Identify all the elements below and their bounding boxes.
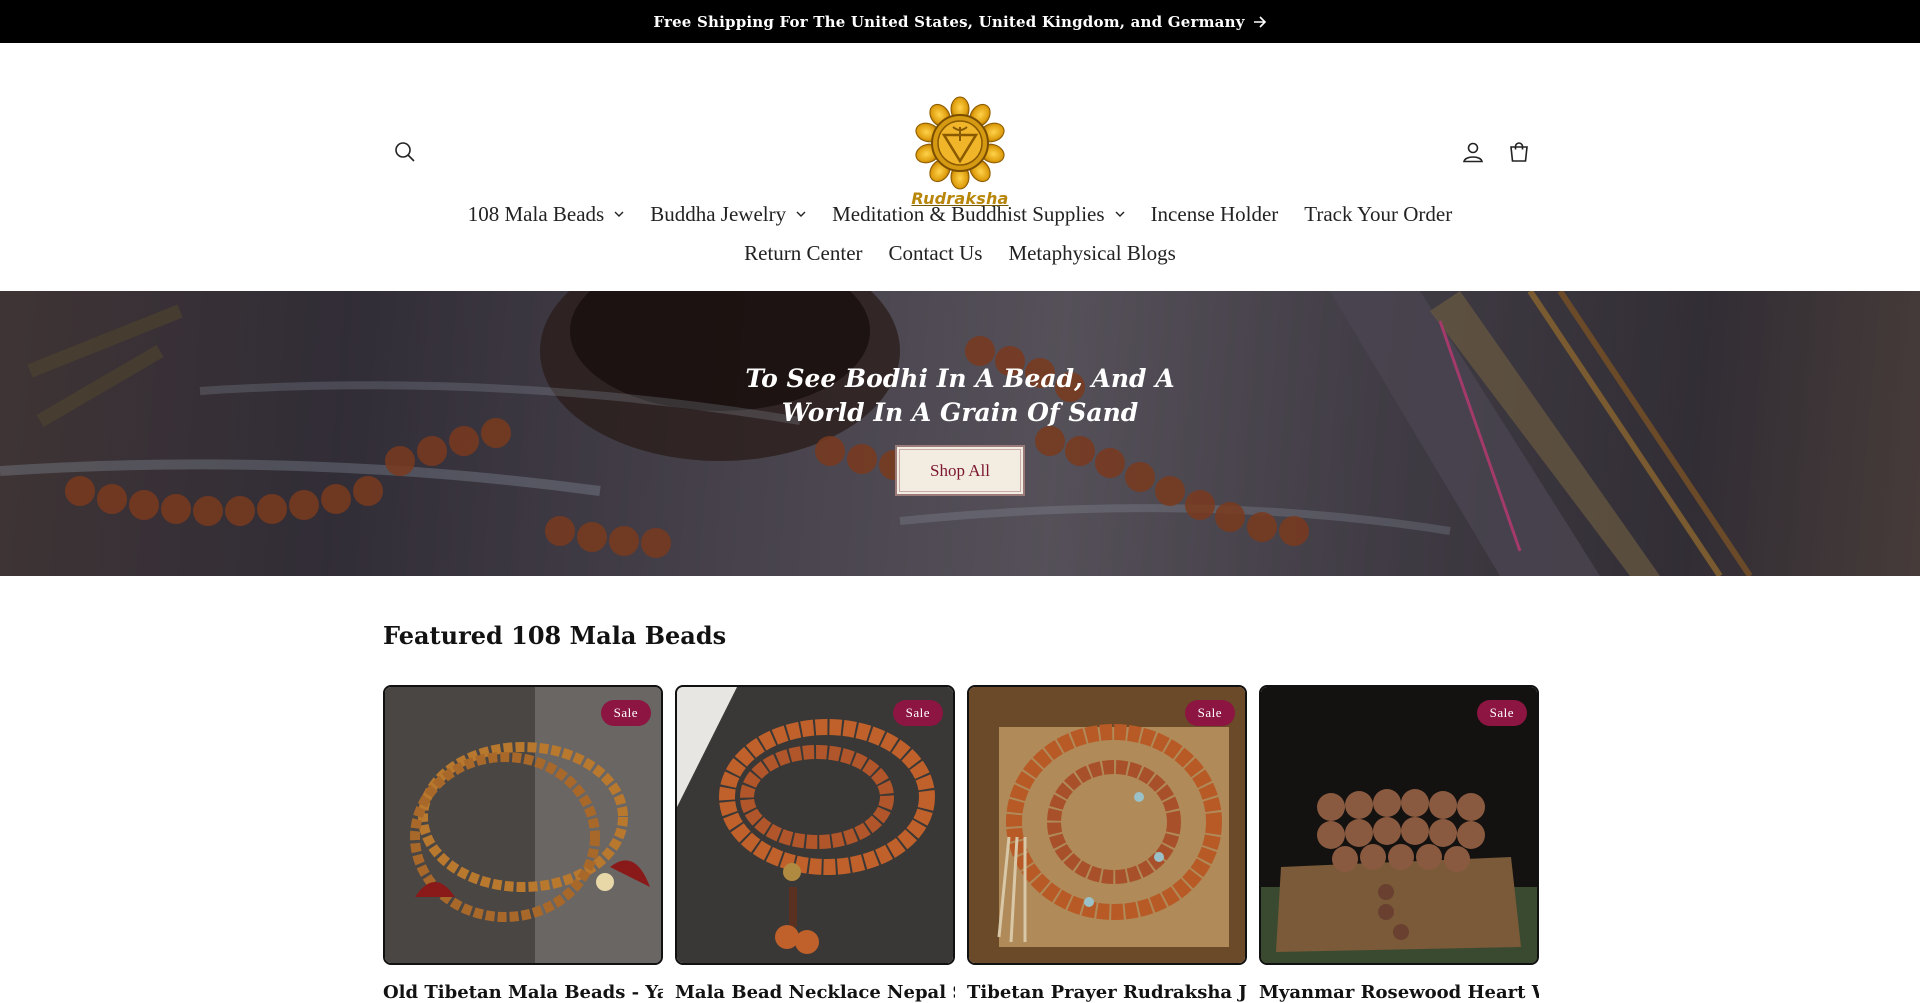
announcement-bar[interactable]: Free Shipping For The United States, Uni… [0, 0, 1920, 43]
product-card[interactable]: Sale Myanmar Rosewood Heart Wood [1259, 685, 1539, 1003]
sale-badge: Sale [600, 700, 651, 726]
nav-item-label: Return Center [744, 240, 863, 265]
nav-item-label: Buddha Jewelry [650, 201, 787, 226]
nav-item-label: 108 Mala Beads [467, 201, 605, 226]
nav-item-metaphysical-blogs[interactable]: Metaphysical Blogs [995, 241, 1188, 266]
nav-item-label: Metaphysical Blogs [1008, 240, 1176, 265]
sale-badge: Sale [892, 700, 943, 726]
product-image[interactable]: Sale [383, 685, 663, 965]
sale-badge: Sale [1476, 700, 1527, 726]
product-image[interactable]: Sale [967, 685, 1247, 965]
hero-heading: To See Bodhi In A Bead, And A World In A… [745, 364, 1175, 427]
hero-banner: To See Bodhi In A Bead, And A World In A… [0, 291, 1920, 576]
main-navigation: 108 Mala Beads Buddha Jewelry Meditation… [0, 181, 1920, 271]
section-title: Featured 108 Mala Beads [383, 621, 727, 650]
nav-item-108-mala-beads[interactable]: 108 Mala Beads [455, 202, 637, 227]
nav-item-buddha-jewelry[interactable]: Buddha Jewelry [637, 202, 819, 227]
nav-item-meditation-supplies[interactable]: Meditation & Buddhist Supplies [819, 202, 1137, 227]
site-header: Rudraksha [0, 43, 1920, 208]
sale-badge: Sale [1184, 700, 1235, 726]
product-grid: Sale Old Tibetan Mala Beads - Yak Sale M… [383, 685, 1539, 1003]
nav-item-label: Incense Holder [1150, 201, 1279, 226]
nav-item-label: Contact Us [888, 240, 983, 265]
nav-item-label: Meditation & Buddhist Supplies [832, 201, 1105, 226]
nav-item-label: Track Your Order [1304, 201, 1453, 226]
nav-item-incense-holder[interactable]: Incense Holder [1138, 202, 1292, 227]
chakra-logo-icon [915, 96, 1005, 190]
cart-icon[interactable] [1506, 139, 1532, 165]
chevron-down-icon [614, 211, 624, 218]
announcement-text: Free Shipping For The United States, Uni… [653, 12, 1245, 31]
product-photo [969, 687, 1245, 963]
product-photo [677, 687, 953, 963]
arrow-right-icon [1253, 15, 1267, 28]
account-icon[interactable] [1460, 139, 1486, 165]
nav-item-return-center[interactable]: Return Center [731, 241, 875, 266]
search-icon[interactable] [392, 139, 418, 165]
product-image[interactable]: Sale [1259, 685, 1539, 965]
chevron-down-icon [796, 211, 806, 218]
nav-item-track-order[interactable]: Track Your Order [1291, 202, 1465, 227]
product-image[interactable]: Sale [675, 685, 955, 965]
product-photo [385, 687, 661, 963]
nav-item-contact-us[interactable]: Contact Us [876, 241, 996, 266]
chevron-down-icon [1115, 211, 1125, 218]
product-photo [1261, 687, 1537, 963]
shop-all-button[interactable]: Shop All [895, 445, 1025, 496]
product-card[interactable]: Sale Mala Bead Necklace Nepal Seed [675, 685, 955, 1003]
product-card[interactable]: Sale Old Tibetan Mala Beads - Yak [383, 685, 663, 1003]
product-card[interactable]: Sale Tibetan Prayer Rudraksha Japa [967, 685, 1247, 1003]
